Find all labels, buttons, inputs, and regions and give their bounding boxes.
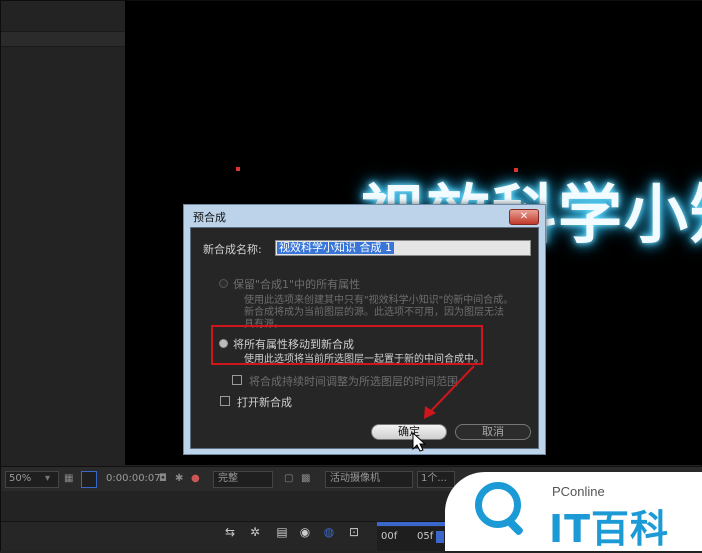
mouse-cursor-icon (412, 431, 427, 452)
watermark-small-text: PConline (552, 484, 605, 499)
watermark-big-text: IT百科 (549, 507, 670, 551)
magnifier-handle (505, 517, 525, 537)
pconline-watermark: PConline IT百科 (445, 472, 702, 551)
